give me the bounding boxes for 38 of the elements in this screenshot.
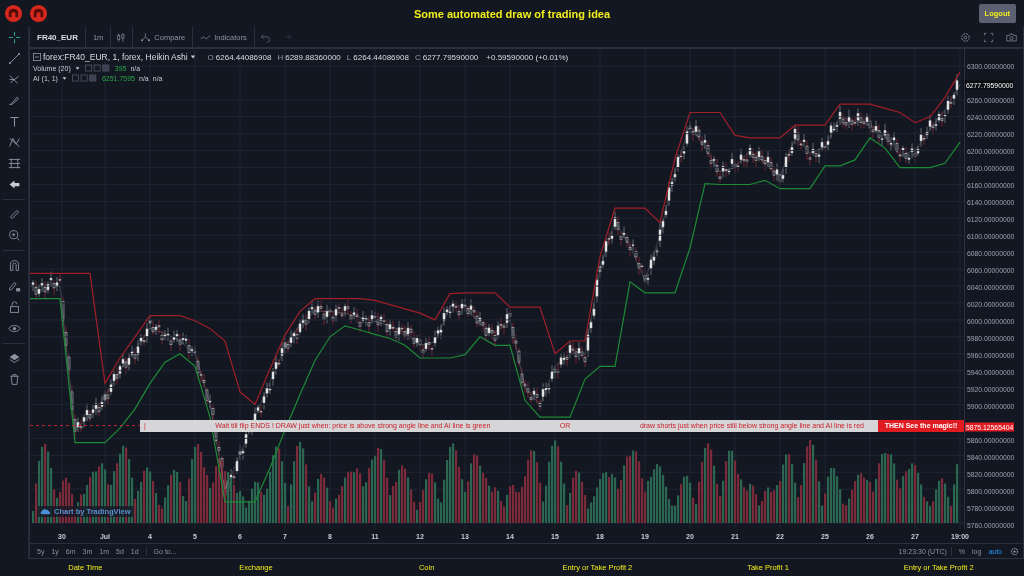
back-arrow-icon[interactable]	[7, 178, 21, 191]
eye-icon[interactable]	[7, 322, 21, 335]
unlock-icon[interactable]	[7, 301, 21, 314]
ohlc-label: C	[414, 52, 421, 62]
ohlc-value: 6264.44086908	[215, 52, 272, 62]
ohlc-label: L	[346, 52, 352, 62]
price-change: +0.59590000 (+0.01%)	[486, 52, 569, 62]
trend-line-icon[interactable]	[7, 52, 21, 65]
candles-icon[interactable]	[116, 31, 128, 43]
settings-icon[interactable]	[960, 31, 971, 43]
page-title: Some automated draw of trading idea	[413, 7, 611, 20]
logo-icon	[4, 4, 23, 23]
trash-icon[interactable]	[7, 373, 21, 386]
ohlc-value: 6264.44086908	[353, 52, 409, 62]
series-title[interactable]: forex:FR40_EUR, 1, forex, Heikin Ashi	[43, 52, 188, 62]
settings-icon[interactable]	[1010, 546, 1019, 556]
crosshair-icon[interactable]	[7, 31, 21, 44]
brush-icon[interactable]	[7, 94, 21, 107]
zoom-in-icon[interactable]	[7, 229, 21, 242]
text-icon[interactable]	[7, 115, 21, 128]
pattern-icon[interactable]	[7, 136, 21, 149]
layers-icon[interactable]	[7, 352, 21, 365]
lock-pencil-icon[interactable]	[7, 280, 21, 293]
caret-icon[interactable]	[189, 54, 196, 60]
cloud-icon	[40, 508, 51, 515]
symbol-button[interactable]: FR40_EUR	[30, 27, 86, 47]
compare-icon	[140, 31, 152, 43]
collapse-icon[interactable]	[33, 53, 41, 61]
ohlc-label: H	[277, 52, 284, 62]
caret-icon[interactable]	[74, 65, 80, 71]
ohlc-value: 6289.88360000	[285, 52, 341, 62]
ohlc-value: 6277.79590000	[422, 52, 479, 62]
magnet-icon[interactable]	[7, 259, 21, 272]
logo-icon	[29, 4, 48, 23]
camera-icon[interactable]	[1006, 31, 1017, 43]
ohlc-label: O	[207, 52, 214, 62]
caret-icon[interactable]	[61, 75, 67, 81]
fullscreen-icon[interactable]	[983, 31, 994, 43]
